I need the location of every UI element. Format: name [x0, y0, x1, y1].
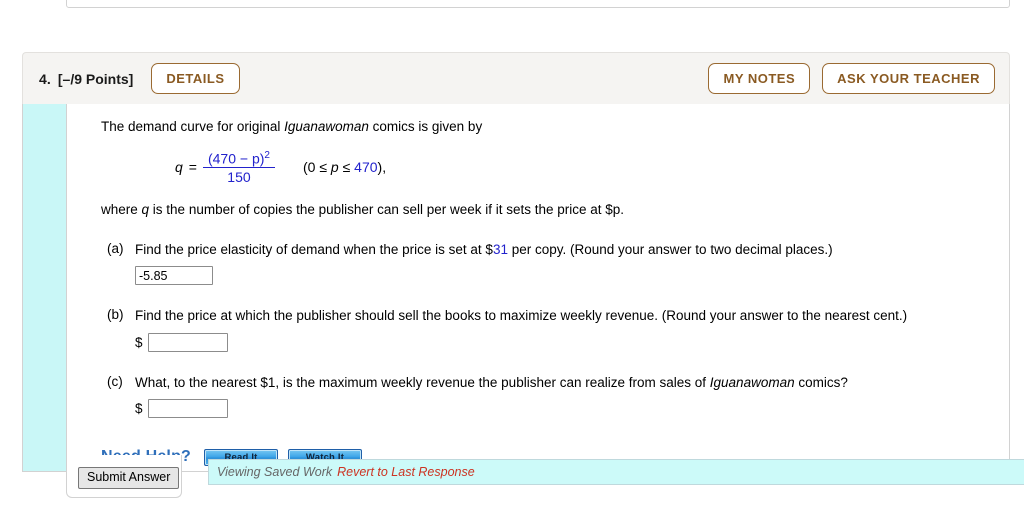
part-b-dollar-sign: $: [135, 334, 143, 350]
problem-statement: The demand curve for original Iguanawoma…: [101, 118, 993, 136]
part-a-label: (a): [107, 240, 124, 256]
part-c-answer-row: $: [135, 399, 993, 419]
viewing-saved-work-label: Viewing Saved Work: [217, 465, 333, 479]
part-a-answer-row: [135, 266, 993, 286]
equation-numerator: (470 − p)2: [203, 150, 275, 168]
previous-question-panel-stub: [66, 0, 1010, 8]
part-c-label: (c): [107, 373, 123, 389]
part-c-body: What, to the nearest $1, is the maximum …: [135, 374, 993, 419]
part-a-prompt-end: per copy. (Round your answer to two deci…: [507, 241, 833, 257]
part-c-dollar-sign: $: [135, 401, 143, 417]
equation-lhs: q: [175, 159, 183, 176]
constraint-max-value: 470: [354, 159, 378, 176]
part-c-title-italic: Iguanawoman: [709, 374, 795, 390]
where-suffix: is the number of copies the publisher ca…: [149, 202, 625, 218]
part-b-label: (b): [107, 307, 124, 323]
submit-answer-button[interactable]: Submit Answer: [78, 467, 180, 489]
equation-denominator: 150: [202, 167, 275, 185]
question-content: The demand curve for original Iguanawoma…: [68, 104, 1009, 471]
part-a-price-value: 31: [492, 241, 508, 257]
equation-constraint: (0 ≤ p ≤ 470),: [303, 159, 386, 175]
constraint-mid: ≤: [338, 159, 355, 176]
ask-your-teacher-button[interactable]: ASK YOUR TEACHER: [822, 63, 995, 94]
my-notes-button[interactable]: MY NOTES: [708, 63, 811, 94]
part-c-prompt-start: What, to the nearest $1, is the maximum …: [135, 374, 710, 390]
constraint-prefix: (0 ≤: [302, 159, 331, 176]
stem-text-1: The demand curve for original: [101, 119, 285, 134]
stem-text-2: comics is given by: [368, 119, 483, 134]
equation-equals-sign: =: [188, 159, 197, 176]
part-b-body: Find the price at which the publisher sh…: [135, 307, 993, 352]
part-c-prompt: What, to the nearest $1, is the maximum …: [135, 374, 993, 392]
equation-numerator-exponent: 2: [264, 149, 270, 161]
question-number: 4.: [39, 70, 51, 87]
where-definition-line: where q is the number of copies the publ…: [101, 201, 993, 219]
question-part-c: (c) What, to the nearest $1, is the maxi…: [101, 374, 993, 419]
stem-title-italic: Iguanawoman: [284, 119, 369, 134]
saved-work-bar: Viewing Saved Work Revert to Last Respon…: [208, 459, 1024, 485]
constraint-suffix: ),: [377, 159, 387, 176]
equation-numerator-base: (470 − p): [207, 150, 265, 167]
question-body-panel: The demand curve for original Iguanawoma…: [22, 104, 1024, 485]
where-variable: q: [141, 202, 150, 218]
part-b-answer-row: $: [135, 332, 993, 352]
demand-curve-equation: q = (470 − p)2 150 (0 ≤ p ≤ 470),: [175, 150, 993, 186]
part-c-prompt-end: comics?: [794, 374, 848, 390]
constraint-variable: p: [330, 159, 339, 176]
part-a-answer-input[interactable]: [135, 266, 213, 286]
question-points: [–/9 Points]: [57, 70, 134, 87]
part-a-body: Find the price elasticity of demand when…: [135, 241, 993, 286]
part-b-answer-input[interactable]: [147, 332, 228, 352]
question-header-bar: 4. [–/9 Points] DETAILS MY NOTES ASK YOU…: [22, 52, 1010, 104]
equation-fraction: (470 − p)2 150: [202, 150, 275, 185]
part-a-prompt: Find the price elasticity of demand when…: [135, 241, 993, 259]
question-part-a: (a) Find the price elasticity of demand …: [101, 241, 993, 286]
saved-work-left-strip: [23, 104, 67, 471]
part-a-prompt-start: Find the price elasticity of demand when…: [135, 241, 493, 257]
part-b-prompt: Find the price at which the publisher sh…: [135, 308, 908, 324]
where-prefix: where: [101, 202, 142, 218]
question-part-b: (b) Find the price at which the publishe…: [101, 307, 993, 352]
part-c-answer-input[interactable]: [147, 399, 228, 419]
details-button[interactable]: DETAILS: [151, 63, 240, 94]
revert-to-last-response-link[interactable]: Revert to Last Response: [337, 465, 475, 479]
